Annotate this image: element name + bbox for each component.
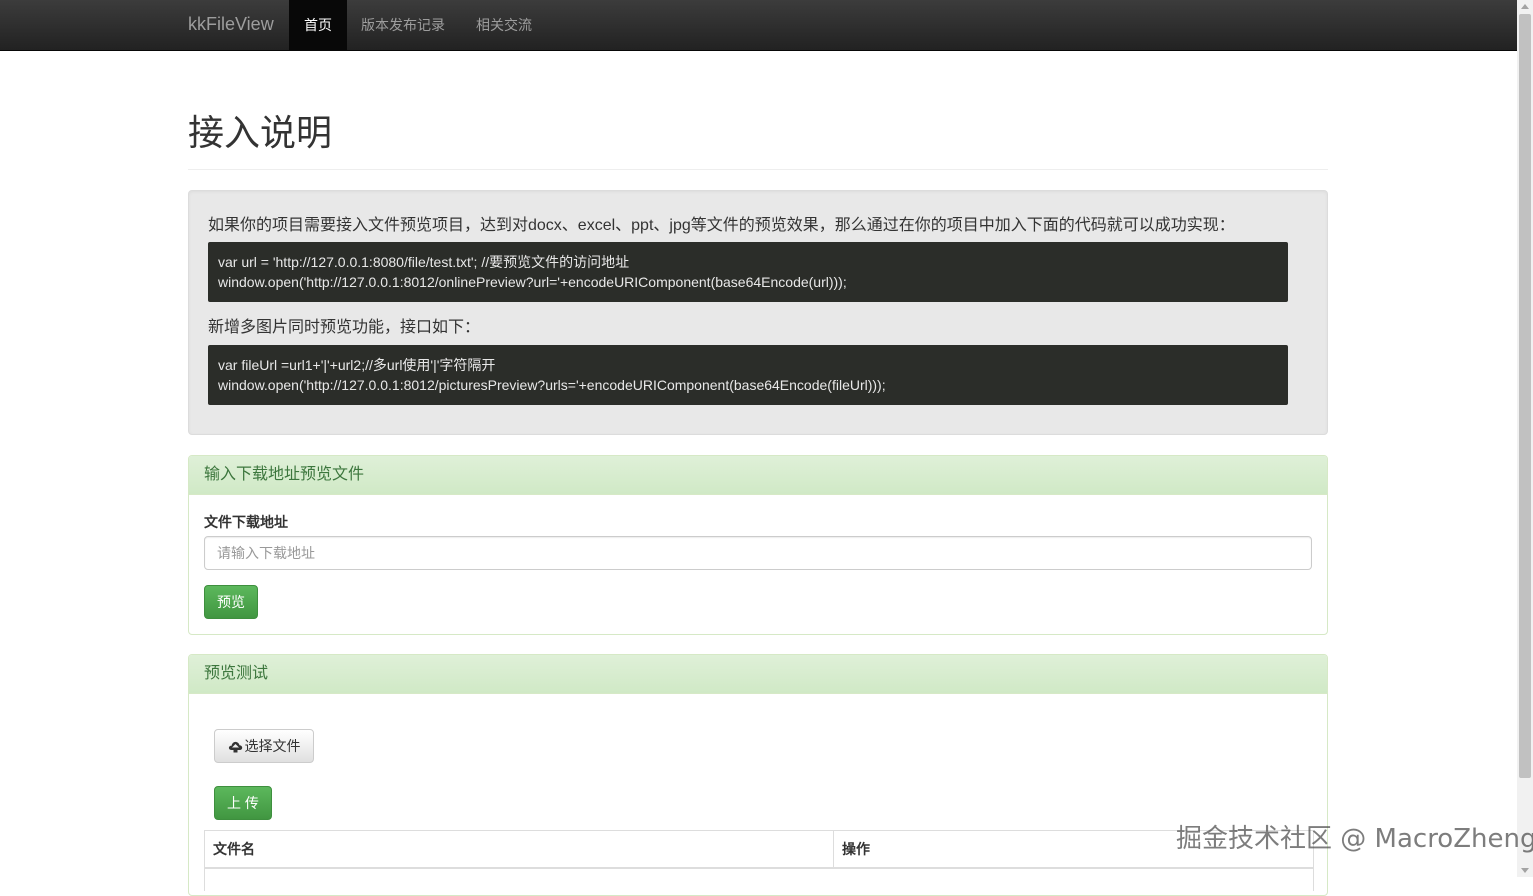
page-title: 接入说明 (188, 112, 333, 153)
table-header-divider (205, 867, 1313, 869)
url-input[interactable] (204, 536, 1312, 570)
code-line: var url = 'http://127.0.0.1:8080/file/te… (218, 254, 630, 270)
page-scrollbar[interactable] (1517, 0, 1533, 877)
title-divider (188, 169, 1328, 170)
intro-text: 如果你的项目需要接入文件预览项目，达到对docx、excel、ppt、jpg等文… (208, 217, 1235, 234)
intro-text-multi-image: 新增多图片同时预览功能，接口如下： (208, 319, 481, 336)
panel-heading: 输入下载地址预览文件 (189, 456, 1327, 495)
file-table: 文件名 操作 (204, 830, 1314, 891)
top-navbar: kkFileView 首页 版本发布记录 相关交流 (0, 0, 1517, 51)
column-header-filename: 文件名 (205, 831, 834, 867)
upload-button[interactable]: 上 传 (214, 786, 272, 820)
scroll-thumb[interactable] (1519, 14, 1531, 778)
nav-item-home[interactable]: 首页 (289, 0, 347, 50)
nav-item-release-notes[interactable]: 版本发布记录 (346, 0, 460, 50)
preview-button[interactable]: 预览 (204, 585, 258, 619)
choose-file-button[interactable]: 选择文件 (214, 729, 314, 763)
code-line: var fileUrl =url1+'|'+url2;//多url使用'|'字符… (218, 357, 496, 373)
scroll-down-icon[interactable] (1521, 868, 1529, 873)
nav-item-community[interactable]: 相关交流 (461, 0, 547, 50)
code-block-multi-preview: var fileUrl =url1+'|'+url2;//多url使用'|'字符… (208, 345, 1288, 405)
choose-file-label: 选择文件 (244, 738, 301, 754)
code-block-single-preview: var url = 'http://127.0.0.1:8080/file/te… (208, 242, 1288, 302)
watermark-text: 掘金技术社区 @ MacroZheng (1176, 824, 1533, 854)
intro-well: 如果你的项目需要接入文件预览项目，达到对docx、excel、ppt、jpg等文… (188, 190, 1328, 435)
code-line: window.open('http://127.0.0.1:8012/pictu… (218, 377, 886, 393)
panel-heading: 预览测试 (189, 655, 1327, 694)
cloud-upload-icon (228, 732, 243, 764)
url-preview-panel: 输入下载地址预览文件 文件下载地址 预览 (188, 455, 1328, 635)
brand-logo[interactable]: kkFileView (188, 14, 274, 35)
scroll-up-icon[interactable] (1521, 4, 1529, 9)
code-line: window.open('http://127.0.0.1:8012/onlin… (218, 274, 847, 290)
preview-test-panel: 预览测试 选择文件 上 传 文件名 操作 (188, 654, 1328, 896)
url-field-label: 文件下载地址 (204, 514, 288, 530)
